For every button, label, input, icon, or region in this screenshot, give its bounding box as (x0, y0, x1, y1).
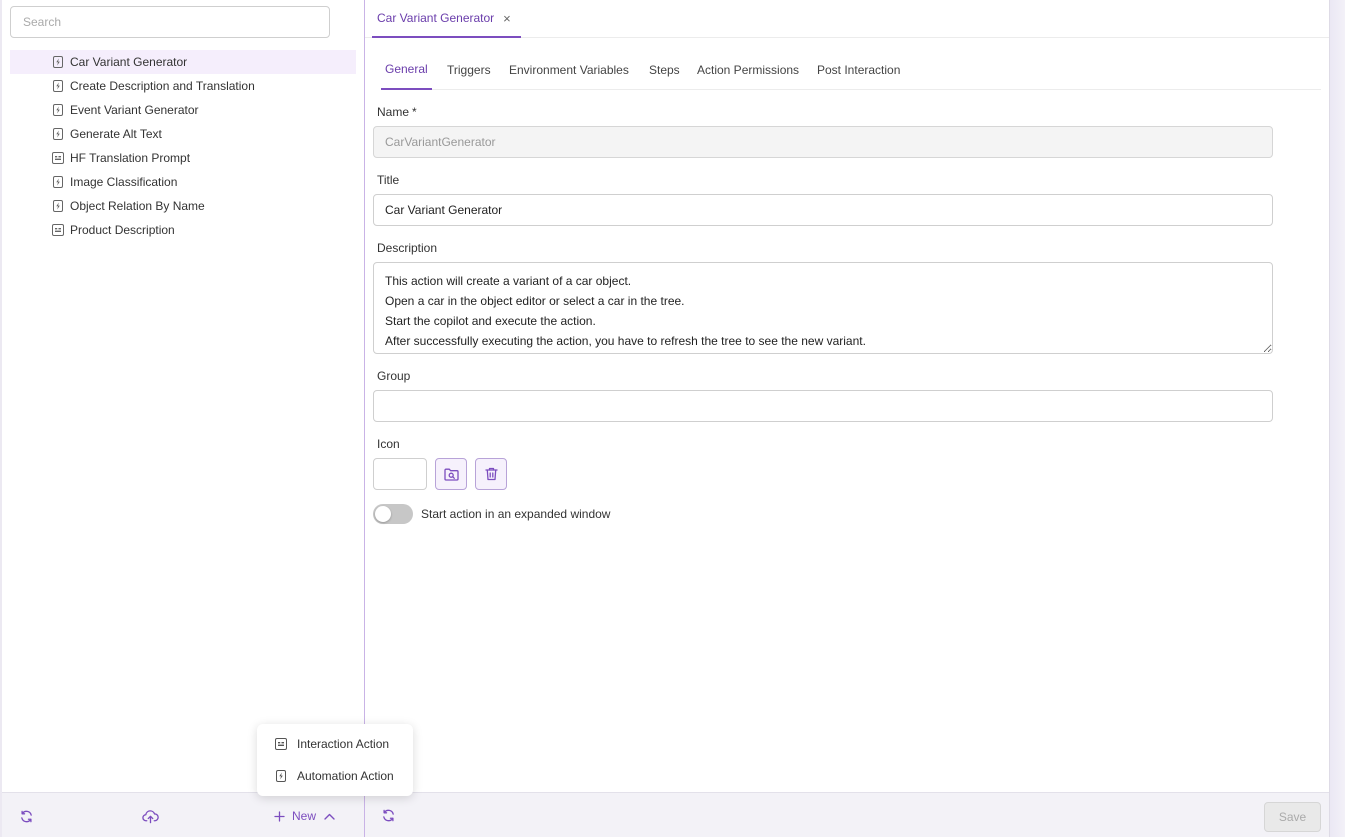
description-line: Start the copilot and execute the action… (385, 314, 596, 328)
name-field (373, 126, 1273, 158)
tree-item-generate-alt-text[interactable]: Generate Alt Text (10, 122, 356, 146)
tab-triggers[interactable]: Triggers (447, 50, 491, 90)
new-action-menu: Interaction Action Automation Action (257, 724, 413, 796)
reload-button[interactable] (381, 808, 397, 824)
tab-post-interaction[interactable]: Post Interaction (817, 50, 900, 90)
description-line: After successfully executing the action,… (385, 334, 866, 348)
automation-action-icon (52, 80, 64, 92)
automation-action-icon (52, 56, 64, 68)
expanded-window-toggle[interactable] (373, 504, 413, 524)
upload-button[interactable] (141, 808, 159, 824)
tree-item-image-classification[interactable]: Image Classification (10, 170, 356, 194)
new-action-button[interactable]: New (274, 807, 335, 825)
trash-icon (484, 467, 498, 481)
tab-steps[interactable]: Steps (649, 50, 680, 90)
tree-item-label: Generate Alt Text (70, 127, 162, 141)
interaction-action-icon (52, 224, 64, 236)
tree-item-label: Object Relation By Name (70, 199, 205, 213)
tree-item-create-description-and-translation[interactable]: Create Description and Translation (10, 74, 356, 98)
automation-action-icon (275, 770, 287, 782)
action-tree: Car Variant Generator Create Description… (10, 50, 356, 242)
search-input[interactable] (10, 6, 330, 38)
folder-search-icon (443, 468, 459, 481)
main-panel: Car Variant Generator × General Triggers… (365, 0, 1329, 837)
description-textarea[interactable]: This action will create a variant of a c… (373, 262, 1273, 354)
toggle-knob (375, 506, 391, 522)
tree-item-label: Image Classification (70, 175, 178, 189)
app-root: Car Variant Generator Create Description… (0, 0, 1345, 837)
menu-item-automation-action[interactable]: Automation Action (257, 760, 413, 792)
interaction-action-icon (52, 152, 64, 164)
automation-action-icon (52, 200, 64, 212)
editor-tabs: General Triggers Environment Variables S… (381, 50, 1321, 90)
chevron-up-icon (324, 813, 335, 820)
icon-label: Icon (377, 437, 400, 451)
title-field[interactable] (373, 194, 1273, 226)
cloud-upload-icon (141, 809, 159, 824)
tree-item-object-relation-by-name[interactable]: Object Relation By Name (10, 194, 356, 218)
tree-item-car-variant-generator[interactable]: Car Variant Generator (10, 50, 356, 74)
tree-item-label: Create Description and Translation (70, 79, 255, 93)
new-button-label: New (292, 809, 317, 823)
tab-environment-variables[interactable]: Environment Variables (509, 50, 629, 90)
tree-item-event-variant-generator[interactable]: Event Variant Generator (10, 98, 356, 122)
document-tab-car-variant-generator[interactable]: Car Variant Generator × (372, 0, 521, 38)
tree-item-label: Car Variant Generator (70, 55, 188, 69)
menu-item-label: Interaction Action (297, 737, 390, 751)
name-label-text: Name (377, 105, 410, 119)
close-icon[interactable]: × (503, 11, 511, 26)
automation-action-icon (52, 128, 64, 140)
browse-icon-button[interactable] (435, 458, 467, 490)
group-field[interactable] (373, 390, 1273, 422)
required-marker: * (412, 105, 417, 119)
description-line: Open a car in the object editor or selec… (385, 294, 685, 308)
tree-item-label: HF Translation Prompt (70, 151, 191, 165)
sidebar-footer: New (2, 792, 364, 837)
editor-footer: Save (365, 792, 1329, 837)
right-edge-panel (1329, 0, 1345, 837)
delete-icon-button[interactable] (475, 458, 507, 490)
plus-icon (274, 810, 285, 822)
save-button[interactable]: Save (1264, 802, 1321, 832)
tree-item-product-description[interactable]: Product Description (10, 218, 356, 242)
expanded-window-label: Start action in an expanded window (421, 507, 611, 521)
tree-item-hf-translation-prompt[interactable]: HF Translation Prompt (10, 146, 356, 170)
automation-action-icon (52, 104, 64, 116)
tree-item-label: Event Variant Generator (70, 103, 199, 117)
name-label: Name * (377, 105, 417, 119)
tab-action-permissions[interactable]: Action Permissions (697, 50, 799, 90)
document-tab-label: Car Variant Generator (377, 11, 495, 25)
document-tab-bar: Car Variant Generator × (365, 0, 1329, 38)
automation-action-icon (52, 176, 64, 188)
sidebar: Car Variant Generator Create Description… (2, 0, 364, 837)
title-label: Title (377, 173, 400, 187)
menu-item-label: Automation Action (297, 769, 394, 783)
refresh-tree-button[interactable] (18, 808, 34, 824)
tree-item-label: Product Description (70, 223, 175, 237)
icon-preview-field[interactable] (373, 458, 427, 490)
interaction-action-icon (275, 738, 287, 750)
menu-item-interaction-action[interactable]: Interaction Action (257, 728, 413, 760)
tab-general[interactable]: General (381, 50, 432, 90)
description-line: This action will create a variant of a c… (385, 274, 632, 288)
refresh-icon (19, 809, 34, 824)
group-label: Group (377, 369, 411, 383)
refresh-icon (381, 808, 396, 824)
description-label: Description (377, 241, 438, 255)
